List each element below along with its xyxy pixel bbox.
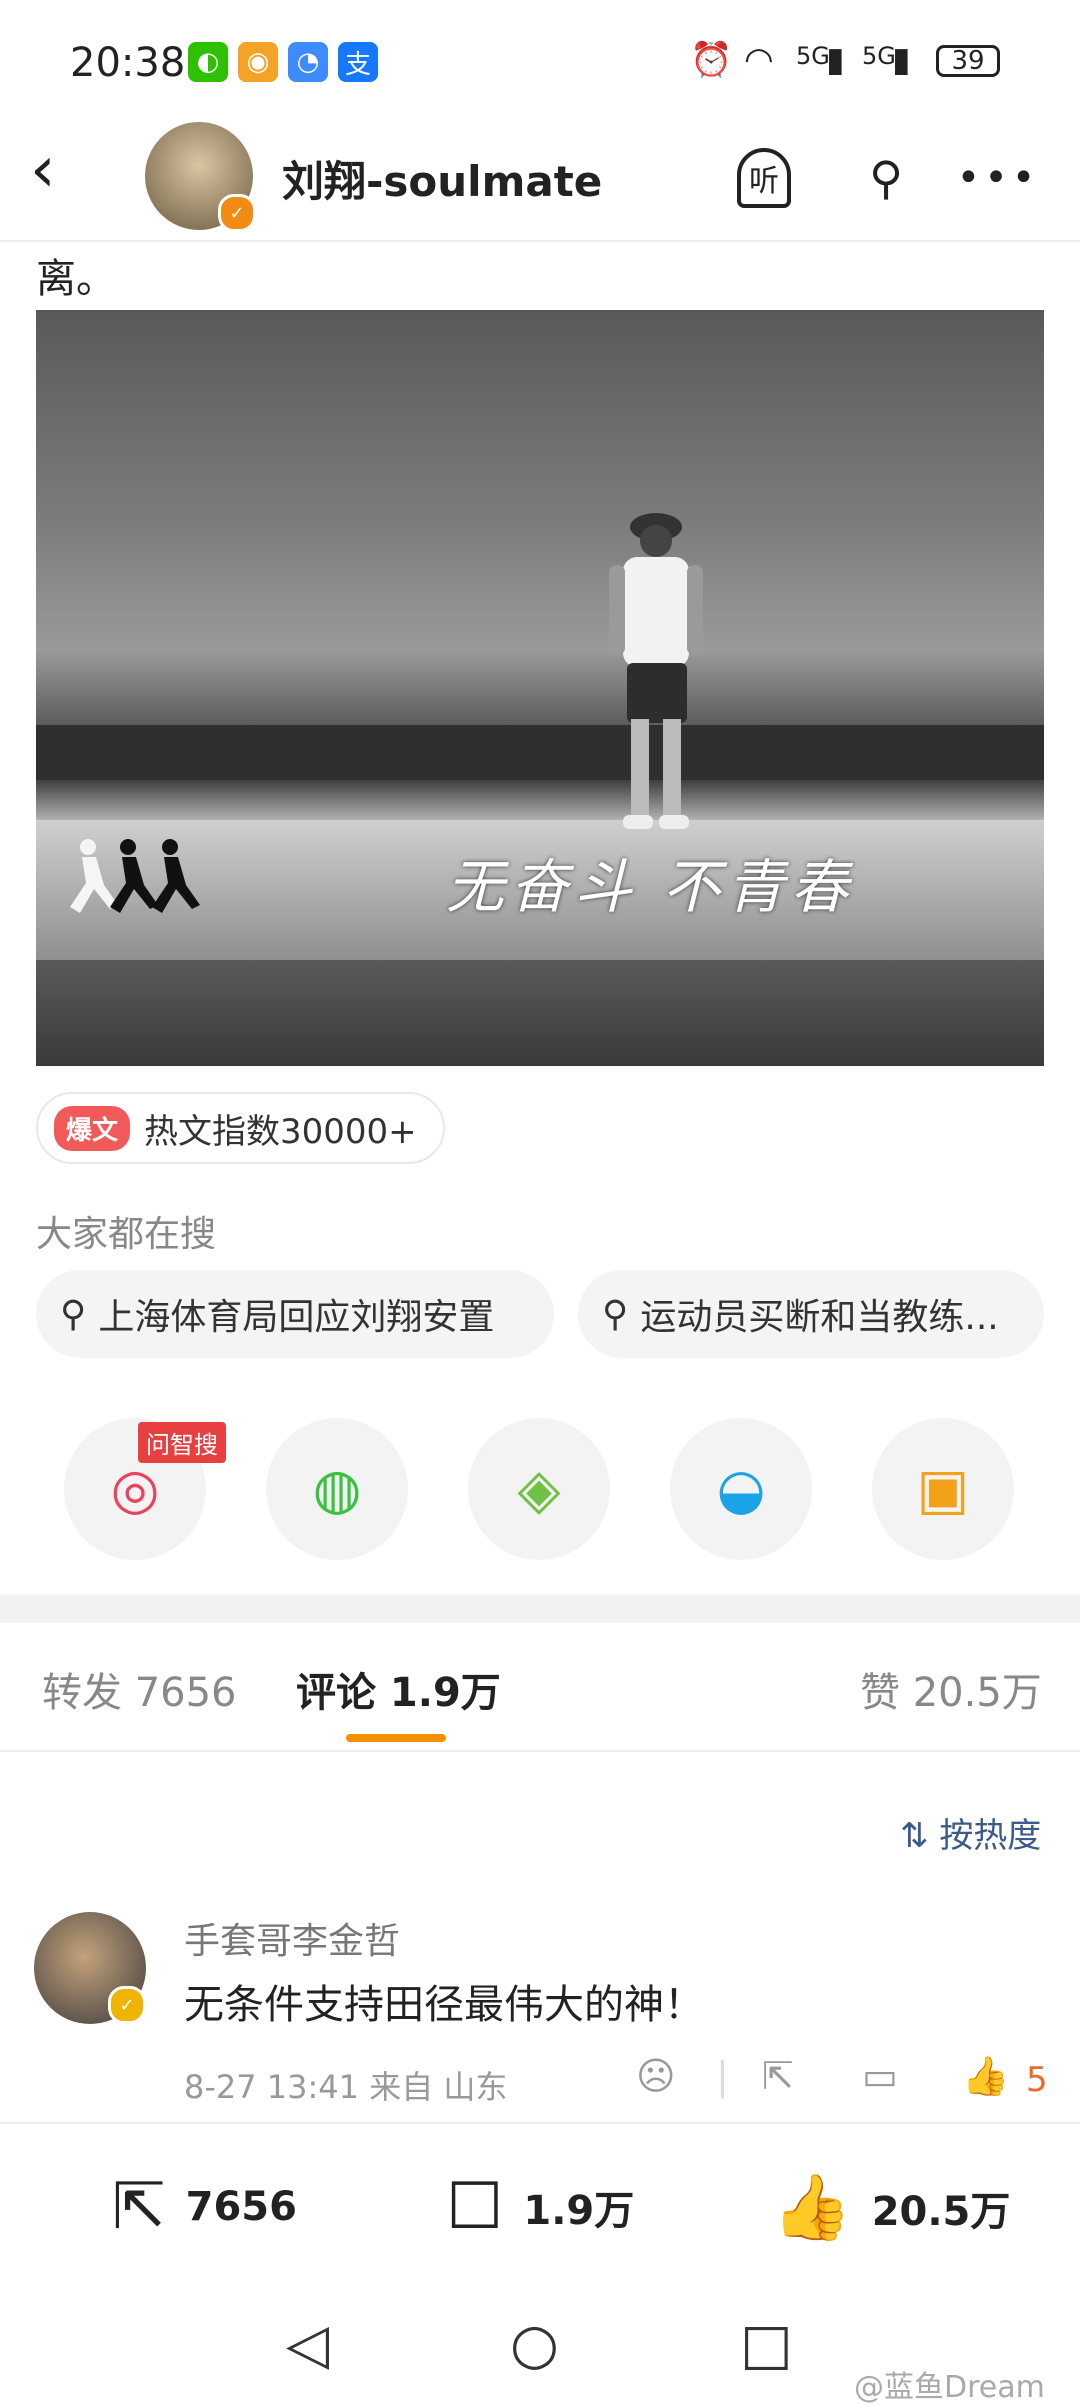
status-time: 20:38 xyxy=(70,40,186,86)
comment-button[interactable]: ☐ 1.9万 xyxy=(446,2170,634,2244)
like-icon: 👍 xyxy=(772,2171,852,2245)
action-separator: | xyxy=(716,2054,729,2098)
comment-meta: 8-27 13:41 来自 山东 xyxy=(184,2068,508,2106)
username[interactable]: 刘翔-soulmate xyxy=(282,148,602,209)
tab-repost[interactable]: 转发 7656 xyxy=(42,1660,237,1718)
search-icon[interactable]: ⚲ xyxy=(848,140,924,216)
message-icon: ◔ xyxy=(288,42,328,82)
post-text: 离。 xyxy=(36,256,116,302)
nav-back-icon[interactable]: ◁ xyxy=(286,2312,329,2377)
photo-sea xyxy=(36,725,1044,780)
trending-search-item[interactable]: ⚲ 运动员买断和当教练... xyxy=(578,1270,1044,1358)
search-icon: ⚲ xyxy=(60,1293,87,1335)
signal-icon: ▮ xyxy=(826,40,845,80)
listen-headphones-icon[interactable]: 听 xyxy=(726,140,802,216)
hot-index-text: 热文指数30000+ xyxy=(144,1111,417,1152)
comment-like-count: 5 xyxy=(1026,2060,1048,2100)
back-arrow-icon[interactable]: ‹ xyxy=(30,138,90,210)
wifi-icon: ◠ xyxy=(744,40,774,80)
weibo-icon: ◉ xyxy=(238,42,278,82)
tab-divider xyxy=(0,1750,1080,1752)
nav-home-icon[interactable]: ○ xyxy=(510,2312,559,2377)
sort-by-hot-button[interactable]: ⇅ 按热度 xyxy=(900,1808,1041,1857)
comment-like-icon[interactable]: 👍 xyxy=(962,2054,1009,2099)
hot-pill: 爆文 xyxy=(54,1105,131,1151)
photo-slogan: 无奋斗 不青春 xyxy=(446,853,855,921)
repost-icon: ⇱ xyxy=(112,2170,166,2244)
nav-recents-icon[interactable]: □ xyxy=(740,2312,793,2377)
verified-badge-icon: ✓ xyxy=(218,194,256,232)
photo-ground xyxy=(36,960,1044,1066)
trending-search-item[interactable]: ⚲ 上海体育局回应刘翔安置 xyxy=(36,1270,554,1358)
post-photo[interactable]: 无奋斗 不青春 xyxy=(36,310,1044,1066)
photo-person xyxy=(609,513,703,829)
photo-runners-graffiti xyxy=(70,839,200,913)
search-icon: ⚲ xyxy=(602,1293,629,1335)
dislike-face-icon[interactable]: ☹ xyxy=(636,2054,676,2098)
listen-label: 听 xyxy=(737,148,791,208)
alipay-icon: 支 xyxy=(338,42,378,82)
wechat-icon: ◐ xyxy=(188,42,228,82)
commenter-name[interactable]: 手套哥李金哲 xyxy=(184,1912,400,1964)
active-tab-indicator xyxy=(346,1734,446,1742)
alarm-icon: ⏰ xyxy=(690,40,733,80)
like-button[interactable]: 👍 20.5万 xyxy=(772,2170,1010,2245)
sort-icon: ⇅ xyxy=(900,1816,929,1856)
hot-index-badge[interactable]: 爆文 热文指数30000+ xyxy=(36,1092,445,1164)
moments-icon[interactable]: ◈ xyxy=(468,1418,610,1560)
comment-count: 1.9万 xyxy=(523,2188,635,2234)
section-divider xyxy=(0,1595,1080,1623)
sort-label: 按热度 xyxy=(939,1816,1042,1856)
comment-share-icon[interactable]: ⇱ xyxy=(762,2054,794,2098)
watermark: @蓝鱼Dream xyxy=(854,2370,1045,2405)
wechat-share-icon[interactable]: ◍ xyxy=(266,1418,408,1560)
battery-indicator: 39 xyxy=(936,45,1000,77)
repost-button[interactable]: ⇱ 7656 xyxy=(112,2170,297,2244)
tab-likes[interactable]: 赞 20.5万 xyxy=(860,1660,1042,1718)
trending-search-label: 运动员买断和当教练... xyxy=(640,1297,999,1338)
more-icon[interactable]: ••• xyxy=(957,140,1036,216)
repost-count: 7656 xyxy=(185,2184,297,2230)
comment-text: 无条件支持田径最伟大的神！ xyxy=(184,1982,704,2028)
signal-icon: ▮ xyxy=(892,40,911,80)
like-count: 20.5万 xyxy=(871,2188,1011,2235)
trending-search-title: 大家都在搜 xyxy=(36,1214,217,1255)
save-image-icon[interactable]: ▣ xyxy=(872,1418,1014,1560)
tab-comments[interactable]: 评论 1.9万 xyxy=(296,1660,501,1718)
wenzhisou-label: 问智搜 xyxy=(138,1422,226,1463)
signal-5g-label: 5G xyxy=(796,42,830,70)
trending-search-label: 上海体育局回应刘翔安置 xyxy=(98,1297,495,1338)
signal-5g-label: 5G xyxy=(862,42,896,70)
comment-icon: ☐ xyxy=(446,2170,504,2244)
qq-icon[interactable]: ◒ xyxy=(670,1418,812,1560)
reply-icon[interactable]: ▭ xyxy=(862,2054,898,2098)
verified-badge-icon: ✓ xyxy=(108,1986,146,2024)
